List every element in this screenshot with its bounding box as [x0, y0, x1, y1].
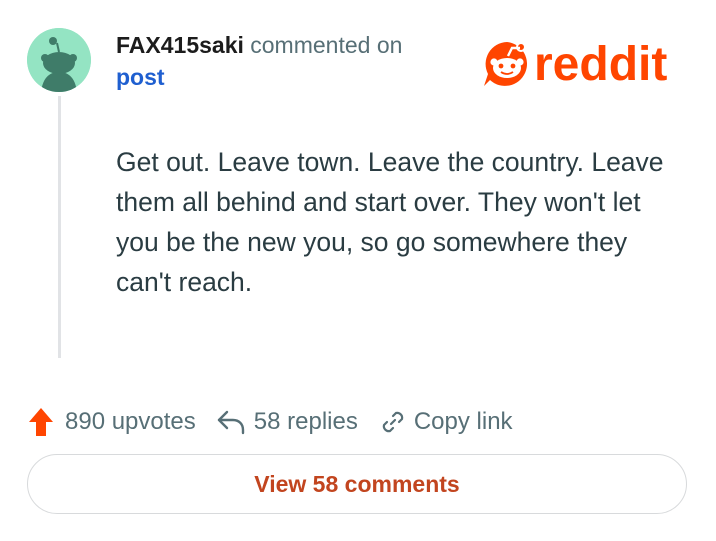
reply-count: 58 replies [253, 408, 358, 435]
commented-on-text: commented on [250, 32, 403, 58]
link-chain-icon [382, 411, 404, 433]
username[interactable]: FAX415saki [116, 32, 244, 58]
replies-button[interactable]: 58 replies [196, 408, 358, 436]
upvote-button[interactable]: 890 upvotes [27, 406, 196, 438]
copy-link-button[interactable]: Copy link [358, 408, 513, 436]
reply-arrow-icon [217, 410, 244, 435]
avatar[interactable] [27, 28, 91, 92]
post-link[interactable]: post [116, 62, 165, 92]
view-comments-button[interactable]: View 58 comments [27, 454, 687, 514]
comment-header: FAX415saki commented on [116, 30, 402, 60]
reddit-wordmark: reddit [534, 38, 667, 91]
thread-line [58, 96, 61, 358]
snoo-avatar-icon [27, 28, 91, 92]
upvote-count: 890 upvotes [65, 408, 196, 435]
copy-link-label: Copy link [413, 408, 513, 435]
comment-body: Get out. Leave town. Leave the country. … [116, 147, 664, 297]
reddit-logo-icon [484, 42, 528, 86]
action-bar: 890 upvotes 58 replies Copy link [27, 402, 513, 442]
reddit-logo[interactable]: reddit [480, 36, 690, 97]
upvote-arrow-icon [29, 408, 53, 436]
